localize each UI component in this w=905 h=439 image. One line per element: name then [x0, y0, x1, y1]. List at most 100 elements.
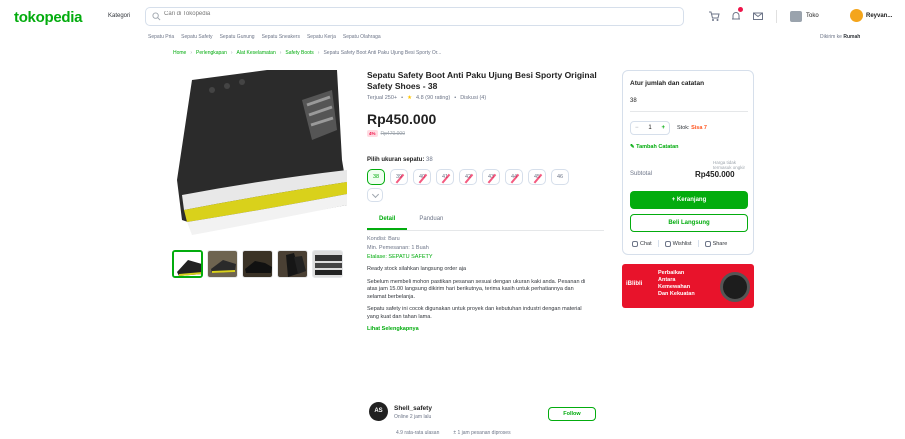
- card-divider: [630, 111, 748, 112]
- size-options: 38 39 40 41 42 43 44 45 46: [367, 169, 597, 185]
- breadcrumb-item[interactable]: Safety Boots: [285, 50, 313, 56]
- shop-avatar[interactable]: AS: [369, 402, 388, 421]
- rating[interactable]: 4.8 (90 rating): [416, 95, 450, 101]
- user-name[interactable]: Reyvan...: [866, 13, 892, 19]
- kategori-menu[interactable]: Kategori: [108, 13, 130, 19]
- size-option[interactable]: 42: [459, 169, 477, 185]
- thumbnail[interactable]: [172, 250, 203, 278]
- watch-icon: [720, 272, 750, 302]
- product-info: Sepatu Safety Boot Anti Paku Ujung Besi …: [367, 70, 607, 334]
- product-title: Sepatu Safety Boot Anti Paku Ujung Besi …: [367, 70, 597, 91]
- quicklink[interactable]: Sepatu Kerja: [307, 34, 336, 40]
- discount-row: 4% Rp470.000: [367, 130, 607, 137]
- shop-status: Online 2 jam lalu: [394, 414, 432, 420]
- size-option[interactable]: 44: [505, 169, 523, 185]
- shop-name[interactable]: Shell_safety: [394, 405, 432, 412]
- search-input[interactable]: [164, 11, 464, 17]
- product-meta: Terjual 250+ • ★ 4.8 (90 rating) • Disku…: [367, 95, 487, 101]
- size-option[interactable]: 39: [390, 169, 408, 185]
- product-tabs: Detail Panduan: [367, 212, 604, 231]
- product-description: Ready stock silahkan langsung order aja …: [367, 266, 592, 334]
- see-more-link[interactable]: Lihat Selengkapnya: [367, 326, 592, 334]
- location-prefix: Dikirim ke: [820, 34, 842, 40]
- star-icon: ★: [407, 95, 412, 101]
- add-note-link[interactable]: ✎ Tambah Catatan: [630, 144, 679, 150]
- stock-value: Sisa 7: [691, 125, 707, 131]
- card-size: 38: [630, 98, 637, 104]
- chevron-down-icon[interactable]: [367, 188, 383, 202]
- chat-icon: [632, 240, 638, 247]
- notification-badge: [738, 7, 743, 12]
- breadcrumb-current: Sepatu Safety Boot Anti Paku Ujung Besi …: [323, 50, 442, 56]
- shop-info: AS Shell_safety Online 2 jam lalu Follow: [367, 400, 607, 422]
- header-divider: [776, 10, 777, 23]
- banner-brand: iBlibli: [626, 281, 643, 287]
- thumbnail[interactable]: [277, 250, 308, 278]
- quicklink[interactable]: Sepatu Gunung: [220, 34, 255, 40]
- minus-icon[interactable]: −: [635, 125, 639, 131]
- quantity-stepper[interactable]: − 1 +: [630, 121, 670, 135]
- chat-button[interactable]: Chat: [632, 240, 652, 247]
- avatar[interactable]: [850, 9, 863, 22]
- quicklink[interactable]: Sepatu Safety: [181, 34, 212, 40]
- breadcrumb-item[interactable]: Perlengkapan: [196, 50, 227, 56]
- detail-etalase[interactable]: Etalase: SEPATU SAFETY: [367, 254, 607, 260]
- thumbnail-list: [172, 250, 343, 278]
- quicklink[interactable]: Sepatu Sneakers: [262, 34, 300, 40]
- size-label: Pilih ukuran sepatu: 38: [367, 157, 433, 163]
- heart-icon: [664, 240, 671, 247]
- thumbnail[interactable]: [242, 250, 273, 278]
- mail-icon[interactable]: [752, 10, 764, 22]
- add-to-cart-button[interactable]: + Keranjang: [630, 191, 748, 209]
- size-option[interactable]: 46: [551, 169, 569, 185]
- header: tokopedia Kategori Toko Reyvan...: [0, 0, 905, 32]
- follow-button[interactable]: Follow: [548, 407, 596, 421]
- breadcrumb-item[interactable]: Alat Keselamatan: [237, 50, 276, 56]
- quicklink[interactable]: Sepatu Olahraga: [343, 34, 381, 40]
- size-option[interactable]: 40: [413, 169, 431, 185]
- location-value: Rumah: [843, 34, 861, 40]
- search-bar[interactable]: [145, 7, 684, 26]
- subtotal-value: Rp450.000: [695, 170, 735, 179]
- size-option[interactable]: 45: [528, 169, 546, 185]
- toko-link[interactable]: Toko: [806, 13, 819, 19]
- tab-panduan[interactable]: Panduan: [407, 212, 455, 230]
- card-title: Atur jumlah dan catatan: [630, 80, 705, 87]
- shop-process-time: ± 1 jam pesanan diproses: [453, 430, 511, 436]
- desc-paragraph: Sebelum membeli mohon pastikan pesanan s…: [367, 278, 586, 300]
- cart-icon[interactable]: [708, 10, 720, 22]
- card-actions: Chat Wishlist Share: [632, 240, 727, 247]
- size-selected: 38: [426, 157, 433, 163]
- stock-info: Stok: Sisa 7: [677, 125, 707, 131]
- purchase-card: Atur jumlah dan catatan 38 − 1 + Stok: S…: [622, 70, 754, 255]
- desc-paragraph: Sepatu safety ini cocok digunakan untuk …: [367, 306, 582, 320]
- wishlist-button[interactable]: Wishlist: [664, 240, 692, 247]
- size-option[interactable]: 38: [367, 169, 385, 185]
- thumbnail[interactable]: [312, 250, 343, 278]
- sold-count: Terjual 250+: [367, 95, 398, 101]
- shop-rating: 4.9 rata-rata ulasan: [396, 430, 440, 436]
- tokopedia-logo[interactable]: tokopedia: [14, 9, 82, 26]
- breadcrumb-item[interactable]: Home: [173, 50, 186, 56]
- breadcrumb: Home › Perlengkapan › Alat Keselamatan › Sa…: [173, 50, 442, 56]
- desc-paragraph: Ready stock silahkan langsung order aja: [367, 266, 467, 272]
- quicklinks: Sepatu Pria Sepatu Safety Sepatu Gunung …: [148, 34, 381, 40]
- product-price: Rp450.000: [367, 111, 437, 127]
- shoe-image: [177, 70, 347, 235]
- plus-icon[interactable]: +: [661, 125, 665, 131]
- discussion-link[interactable]: Diskusi (4): [460, 95, 486, 101]
- quicklink[interactable]: Sepatu Pria: [148, 34, 174, 40]
- promo-banner[interactable]: iBlibli Perbaikan Antara Kemewahan Dan K…: [622, 264, 754, 308]
- share-button[interactable]: Share: [704, 240, 727, 247]
- banner-text: Perbaikan Antara Kemewahan Dan Kekuatan: [658, 270, 695, 297]
- size-option[interactable]: 41: [436, 169, 454, 185]
- quantity-value[interactable]: 1: [648, 125, 651, 131]
- delivery-location[interactable]: Dikirim ke Rumah: [820, 34, 860, 40]
- buy-now-button[interactable]: Beli Langsung: [630, 214, 748, 232]
- store-icon[interactable]: [790, 11, 802, 22]
- size-option[interactable]: 43: [482, 169, 500, 185]
- thumbnail[interactable]: [207, 250, 238, 278]
- tab-detail[interactable]: Detail: [367, 212, 408, 230]
- price-hint: Harga tidak termasuk ongkir: [713, 160, 746, 170]
- product-main-image[interactable]: [172, 70, 347, 240]
